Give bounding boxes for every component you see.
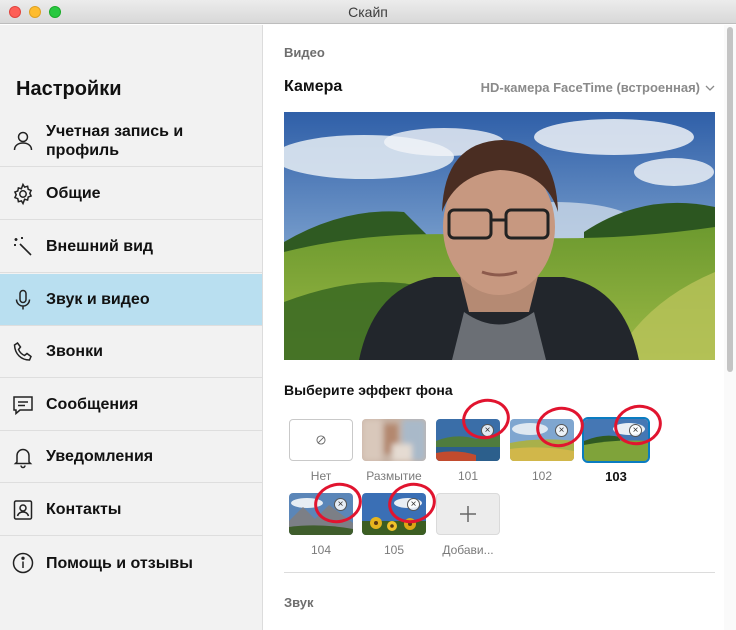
sidebar-item-label: Помощь и отзывы bbox=[46, 554, 193, 572]
magic-wand-icon bbox=[0, 221, 46, 273]
remove-effect-101-button[interactable]: × bbox=[481, 424, 494, 437]
camera-preview bbox=[284, 112, 715, 360]
background-effect-title: Выберите эффект фона bbox=[284, 382, 453, 398]
sidebar-title: Настройки bbox=[16, 78, 122, 100]
remove-effect-105-button[interactable]: × bbox=[407, 498, 420, 511]
effect-blur[interactable]: Размытие bbox=[361, 419, 427, 483]
sidebar-item-calls[interactable]: Звонки bbox=[0, 326, 262, 378]
section-divider bbox=[284, 572, 715, 573]
minimize-window-button[interactable] bbox=[29, 6, 41, 18]
effect-thumbnail[interactable]: × bbox=[289, 493, 353, 535]
effect-101[interactable]: × 101 bbox=[435, 419, 501, 483]
settings-sidebar: Настройки Учетная запись и профиль Общие… bbox=[0, 25, 263, 630]
gear-icon bbox=[0, 168, 46, 220]
camera-label: Камера bbox=[284, 78, 343, 95]
video-section-label: Видео bbox=[284, 45, 325, 60]
window-title: Скайп bbox=[348, 4, 388, 20]
sidebar-item-notifications[interactable]: Уведомления bbox=[0, 431, 262, 483]
effect-thumbnail[interactable]: × bbox=[362, 493, 426, 535]
effect-105[interactable]: × 105 bbox=[361, 493, 427, 557]
effect-thumbnail[interactable]: × bbox=[510, 419, 574, 461]
effect-label: 103 bbox=[605, 469, 627, 484]
contacts-icon bbox=[0, 484, 46, 536]
add-background-button[interactable] bbox=[436, 493, 500, 535]
effect-label: 102 bbox=[531, 469, 553, 483]
sidebar-item-label: Общие bbox=[46, 185, 101, 202]
effect-label: Добави... bbox=[442, 543, 494, 557]
microphone-icon bbox=[0, 274, 46, 326]
sidebar-item-label: Звонки bbox=[46, 343, 103, 360]
sidebar-item-label: Звук и видео bbox=[46, 291, 150, 308]
effect-102[interactable]: × 102 bbox=[509, 419, 575, 483]
effect-thumbnail[interactable] bbox=[289, 419, 353, 461]
maximize-window-button[interactable] bbox=[49, 6, 61, 18]
title-bar: Скайп bbox=[0, 0, 736, 24]
message-icon bbox=[0, 379, 46, 431]
sidebar-item-label: Сообщения bbox=[46, 396, 139, 413]
effect-thumbnail[interactable]: × bbox=[436, 419, 500, 461]
sidebar-item-label: Уведомления bbox=[46, 448, 154, 465]
effect-104[interactable]: × 104 bbox=[288, 493, 354, 557]
effect-add[interactable]: Добави... bbox=[435, 493, 501, 557]
sidebar-item-account[interactable]: Учетная запись и профиль bbox=[0, 115, 262, 167]
effect-label: 105 bbox=[383, 543, 405, 557]
remove-effect-102-button[interactable]: × bbox=[555, 424, 568, 437]
sidebar-item-general[interactable]: Общие bbox=[0, 168, 262, 220]
no-entry-icon bbox=[316, 435, 326, 445]
content-scrollbar[interactable] bbox=[724, 25, 736, 630]
effect-label: 104 bbox=[310, 543, 332, 557]
sidebar-item-appearance[interactable]: Внешний вид bbox=[0, 221, 262, 273]
effect-label: Нет bbox=[310, 469, 332, 483]
effect-label: 101 bbox=[457, 469, 479, 483]
scroll-thumb[interactable] bbox=[727, 27, 733, 372]
effect-none[interactable]: Нет bbox=[288, 419, 354, 483]
effect-103[interactable]: × 103 bbox=[582, 417, 650, 484]
sidebar-item-label: Учетная запись и профиль bbox=[46, 122, 184, 159]
remove-effect-104-button[interactable]: × bbox=[334, 498, 347, 511]
plus-icon bbox=[460, 506, 476, 522]
sidebar-item-messages[interactable]: Сообщения bbox=[0, 379, 262, 431]
bell-icon bbox=[0, 431, 46, 483]
effect-thumbnail[interactable] bbox=[362, 419, 426, 461]
sidebar-item-label: Контакты bbox=[46, 501, 122, 518]
audio-section-label: Звук bbox=[284, 595, 314, 610]
effect-thumbnail[interactable]: × bbox=[582, 417, 650, 463]
sidebar-item-contacts[interactable]: Контакты bbox=[0, 484, 262, 536]
info-icon bbox=[0, 537, 46, 589]
sidebar-item-audio-video[interactable]: Звук и видео bbox=[0, 274, 262, 326]
sidebar-item-label: Внешний вид bbox=[46, 238, 154, 255]
effect-label: Размытие bbox=[366, 469, 422, 483]
close-window-button[interactable] bbox=[9, 6, 21, 18]
sidebar-item-help[interactable]: Помощь и отзывы bbox=[0, 537, 262, 589]
phone-icon bbox=[0, 326, 46, 378]
person-icon bbox=[0, 115, 46, 167]
chevron-down-icon bbox=[705, 85, 715, 91]
settings-content: Видео Камера HD-камера FaceTime (встроен… bbox=[264, 25, 724, 630]
camera-dropdown[interactable]: HD-камера FaceTime (встроенная) bbox=[481, 80, 716, 95]
remove-effect-103-button[interactable]: × bbox=[629, 424, 642, 437]
camera-device-value: HD-камера FaceTime (встроенная) bbox=[480, 80, 700, 95]
